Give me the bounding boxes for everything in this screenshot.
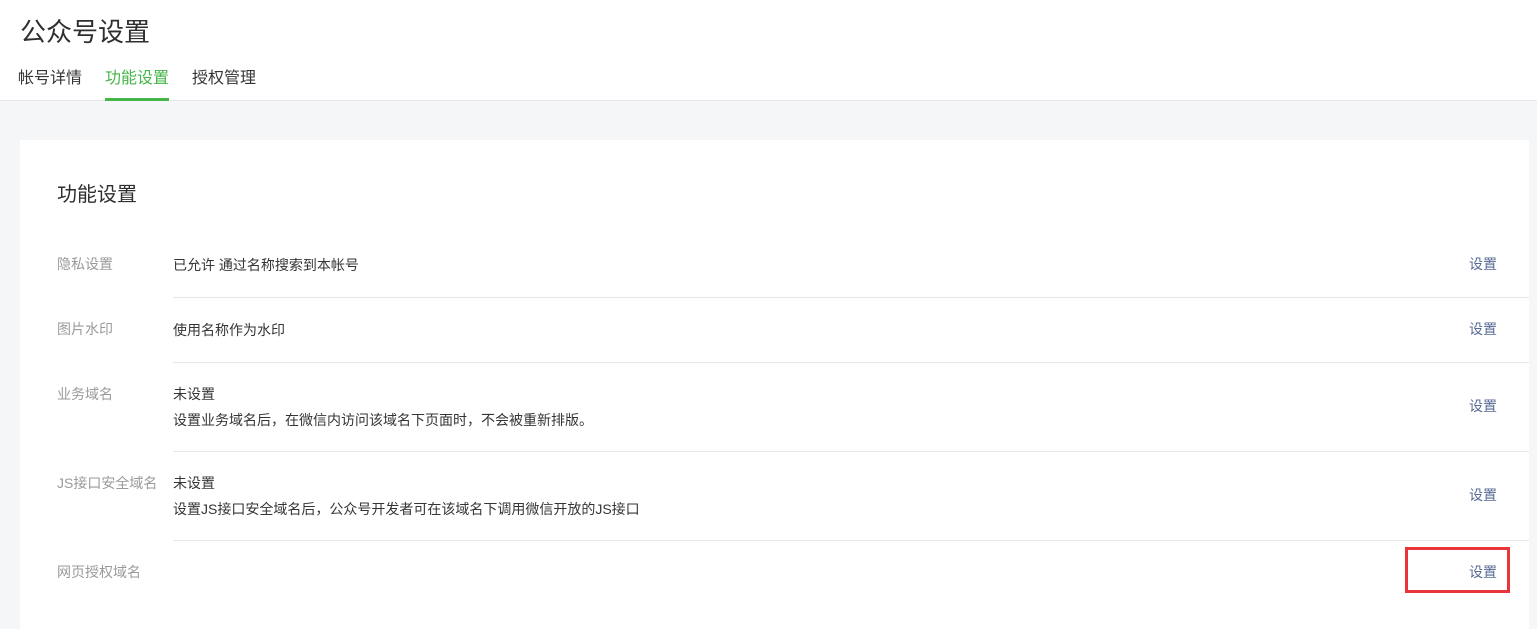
- row-label: 网页授权域名: [57, 541, 173, 605]
- tab-function-settings[interactable]: 功能设置: [105, 64, 169, 100]
- row-description: 设置业务域名后，在微信内访问该域名下页面时，不会被重新排版。: [173, 412, 593, 428]
- image-watermark-set-link[interactable]: 设置: [1469, 321, 1497, 337]
- webpage-authorization-domain-set-link[interactable]: 设置: [1469, 564, 1497, 580]
- row-description: 设置JS接口安全域名后，公众号开发者可在该域名下调用微信开放的JS接口: [173, 501, 640, 517]
- row-body: 设置: [173, 541, 1529, 605]
- row-label: JS接口安全域名: [57, 452, 173, 541]
- page-title: 公众号设置: [20, 12, 150, 49]
- row-body: 未设置 设置业务域名后，在微信内访问该域名下页面时，不会被重新排版。 设置: [173, 363, 1529, 452]
- settings-rows: 隐私设置 已允许 通过名称搜索到本帐号 设置 图片水印 使用名称作为水印: [57, 233, 1529, 605]
- row-value: 已允许 通过名称搜索到本帐号: [173, 257, 359, 273]
- row-content: 未设置 设置业务域名后，在微信内访问该域名下页面时，不会被重新排版。: [173, 386, 593, 428]
- row-action: 设置: [1469, 321, 1529, 339]
- row-action: 设置: [1469, 256, 1529, 274]
- row-body: 使用名称作为水印 设置: [173, 298, 1529, 363]
- row-action: 设置: [1469, 398, 1529, 416]
- row-privacy-settings: 隐私设置 已允许 通过名称搜索到本帐号 设置: [57, 233, 1529, 298]
- row-label: 业务域名: [57, 363, 173, 452]
- row-js-api-safe-domain: JS接口安全域名 未设置 设置JS接口安全域名后，公众号开发者可在该域名下调用微…: [57, 452, 1529, 541]
- row-value: 未设置: [173, 386, 593, 402]
- row-label: 图片水印: [57, 298, 173, 363]
- row-value: 使用名称作为水印: [173, 322, 285, 338]
- row-body: 未设置 设置JS接口安全域名后，公众号开发者可在该域名下调用微信开放的JS接口 …: [173, 452, 1529, 541]
- row-action: 设置: [1469, 487, 1529, 505]
- page-header: 公众号设置 帐号详情 功能设置 授权管理: [0, 0, 1537, 101]
- card-heading: 功能设置: [57, 185, 1529, 205]
- business-domain-set-link[interactable]: 设置: [1469, 398, 1497, 414]
- tab-account-details[interactable]: 帐号详情: [18, 64, 82, 100]
- page-body: 功能设置 隐私设置 已允许 通过名称搜索到本帐号 设置 图片水印: [0, 101, 1537, 629]
- row-value: 未设置: [173, 475, 640, 491]
- row-label: 隐私设置: [57, 233, 173, 298]
- tab-authorization-management[interactable]: 授权管理: [192, 64, 256, 100]
- row-content: 未设置 设置JS接口安全域名后，公众号开发者可在该域名下调用微信开放的JS接口: [173, 475, 640, 517]
- highlighted-action-wrap: 设置: [1469, 564, 1497, 582]
- tab-bar: 帐号详情 功能设置 授权管理: [18, 64, 279, 100]
- row-business-domain: 业务域名 未设置 设置业务域名后，在微信内访问该域名下页面时，不会被重新排版。 …: [57, 363, 1529, 452]
- row-content: 已允许 通过名称搜索到本帐号: [173, 257, 359, 273]
- row-content: 使用名称作为水印: [173, 322, 285, 338]
- row-image-watermark: 图片水印 使用名称作为水印 设置: [57, 298, 1529, 363]
- row-webpage-authorization-domain: 网页授权域名 设置: [57, 541, 1529, 605]
- privacy-settings-set-link[interactable]: 设置: [1469, 256, 1497, 272]
- row-action: 设置: [1469, 564, 1529, 582]
- js-api-safe-domain-set-link[interactable]: 设置: [1469, 487, 1497, 503]
- function-settings-card: 功能设置 隐私设置 已允许 通过名称搜索到本帐号 设置 图片水印: [20, 140, 1529, 629]
- row-body: 已允许 通过名称搜索到本帐号 设置: [173, 233, 1529, 298]
